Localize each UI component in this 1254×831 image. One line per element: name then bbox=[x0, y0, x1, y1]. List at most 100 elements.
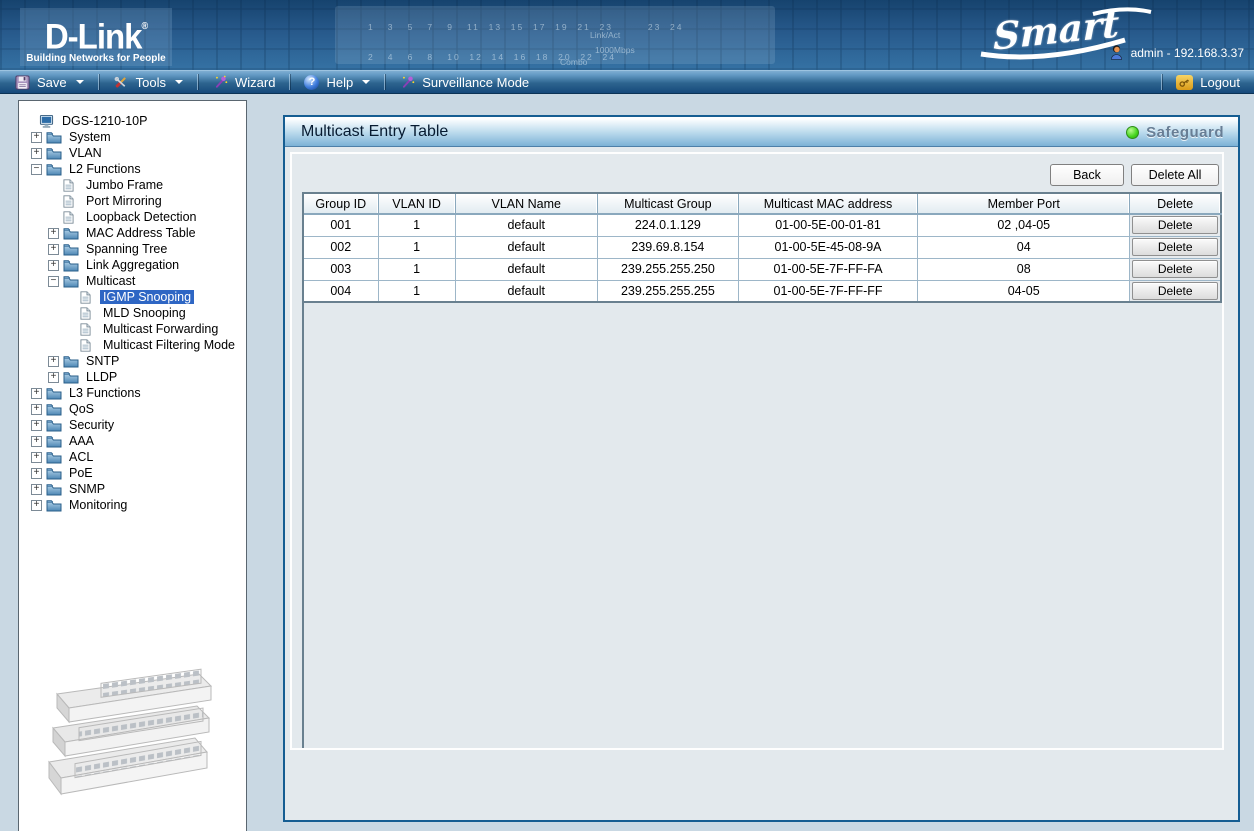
tree-item-label: PoE bbox=[66, 466, 96, 480]
tree-expand-toggle[interactable]: + bbox=[31, 484, 42, 495]
column-header-delete: Delete bbox=[1130, 193, 1221, 214]
tree-item-label: L3 Functions bbox=[66, 386, 144, 400]
table-row-group-004: 0041default239.255.255.25501-00-5E-7F-FF… bbox=[304, 280, 1221, 302]
tree-item-monitoring[interactable]: + Monitoring bbox=[19, 497, 246, 513]
tree-item-label: ACL bbox=[66, 450, 96, 464]
tools-button[interactable]: Tools bbox=[99, 71, 197, 93]
tree-item-acl[interactable]: + ACL bbox=[19, 449, 246, 465]
tools-label: Tools bbox=[136, 75, 166, 90]
admin-person-icon bbox=[1108, 44, 1125, 61]
tree-expand-toggle[interactable]: + bbox=[31, 420, 42, 431]
tree-item-snmp[interactable]: + SNMP bbox=[19, 481, 246, 497]
table-header-row: Group IDVLAN IDVLAN NameMulticast GroupM… bbox=[304, 193, 1221, 214]
tree-item-mld-snooping[interactable]: MLD Snooping bbox=[19, 305, 246, 321]
tree-item-icon bbox=[63, 226, 79, 240]
tree-item-label: VLAN bbox=[66, 146, 105, 160]
tree-item-l3-functions[interactable]: + L3 Functions bbox=[19, 385, 246, 401]
tree-expand-toggle[interactable]: + bbox=[31, 500, 42, 511]
delete-row-button[interactable]: Delete bbox=[1132, 216, 1218, 234]
tree-item-lldp[interactable]: + LLDP bbox=[19, 369, 246, 385]
tools-icon bbox=[113, 74, 129, 90]
tree-item-port-mirroring[interactable]: Port Mirroring bbox=[19, 193, 246, 209]
banner-label-speed: 1000Mbps bbox=[595, 45, 635, 55]
wizard-wand-icon bbox=[212, 74, 228, 90]
cell-vlan-id: 1 bbox=[378, 258, 455, 280]
tree-item-label: LLDP bbox=[83, 370, 120, 384]
tree-item-security[interactable]: + Security bbox=[19, 417, 246, 433]
tree-expand-toggle[interactable]: + bbox=[31, 404, 42, 415]
delete-row-button[interactable]: Delete bbox=[1132, 238, 1218, 256]
tree-expand-toggle[interactable]: + bbox=[31, 388, 42, 399]
tree-item-loopback-detection[interactable]: Loopback Detection bbox=[19, 209, 246, 225]
logout-button[interactable]: Logout bbox=[1162, 71, 1254, 93]
delete-all-button[interactable]: Delete All bbox=[1131, 164, 1219, 186]
tree-item-link-aggregation[interactable]: + Link Aggregation bbox=[19, 257, 246, 273]
tree-item-icon bbox=[46, 386, 62, 400]
column-header-vlan-id: VLAN ID bbox=[378, 193, 455, 214]
cell-member-port: 04 bbox=[918, 236, 1130, 258]
tree-item-dgs-1210-10p[interactable]: DGS-1210-10P bbox=[19, 113, 246, 129]
surveillance-mode-label: Surveillance Mode bbox=[422, 75, 529, 90]
tree-item-icon bbox=[80, 338, 96, 352]
tree-expand-toggle[interactable]: + bbox=[31, 148, 42, 159]
help-button[interactable]: ? Help bbox=[290, 71, 384, 93]
tree-item-label: MLD Snooping bbox=[100, 306, 189, 320]
device-tree: DGS-1210-10P + System + VLAN − L2 Functi… bbox=[19, 113, 246, 513]
cell-vlan-name: default bbox=[455, 236, 597, 258]
tree-item-label: Multicast Filtering Mode bbox=[100, 338, 238, 352]
page-title: Multicast Entry Table bbox=[301, 123, 448, 141]
tree-expand-toggle[interactable]: − bbox=[31, 164, 42, 175]
tree-item-vlan[interactable]: + VLAN bbox=[19, 145, 246, 161]
tree-expand-toggle[interactable]: + bbox=[31, 452, 42, 463]
surveillance-mode-button[interactable]: Surveillance Mode bbox=[385, 71, 543, 93]
tree-item-icon bbox=[46, 482, 62, 496]
tree-item-multicast-filtering-mode[interactable]: Multicast Filtering Mode bbox=[19, 337, 246, 353]
tree-item-label: L2 Functions bbox=[66, 162, 144, 176]
tree-item-icon bbox=[46, 418, 62, 432]
tree-expand-toggle[interactable]: + bbox=[31, 132, 42, 143]
tree-item-label: System bbox=[66, 130, 114, 144]
tree-item-label: Link Aggregation bbox=[83, 258, 182, 272]
tree-expand-toggle[interactable]: + bbox=[48, 372, 59, 383]
cell-member-port: 04-05 bbox=[918, 280, 1130, 302]
tree-item-jumbo-frame[interactable]: Jumbo Frame bbox=[19, 177, 246, 193]
delete-row-button[interactable]: Delete bbox=[1132, 260, 1218, 278]
tree-item-sntp[interactable]: + SNTP bbox=[19, 353, 246, 369]
tree-item-label: QoS bbox=[66, 402, 97, 416]
cell-group-id: 001 bbox=[304, 214, 378, 236]
tree-item-poe[interactable]: + PoE bbox=[19, 465, 246, 481]
tree-item-icon bbox=[80, 306, 96, 320]
tree-item-icon bbox=[46, 450, 62, 464]
wizard-button[interactable]: Wizard bbox=[198, 71, 289, 93]
admin-session-info: admin - 192.168.3.37 bbox=[1108, 44, 1244, 61]
tree-item-system[interactable]: + System bbox=[19, 129, 246, 145]
tree-expand-toggle[interactable]: + bbox=[48, 244, 59, 255]
tree-item-qos[interactable]: + QoS bbox=[19, 401, 246, 417]
tree-item-l2-functions[interactable]: − L2 Functions bbox=[19, 161, 246, 177]
tree-item-aaa[interactable]: + AAA bbox=[19, 433, 246, 449]
logout-key-icon bbox=[1176, 75, 1193, 90]
tree-item-label: Monitoring bbox=[66, 498, 130, 512]
tree-expand-toggle[interactable]: − bbox=[48, 276, 59, 287]
wizard-label: Wizard bbox=[235, 75, 275, 90]
save-button[interactable]: Save bbox=[0, 71, 98, 93]
tree-expand-toggle[interactable]: + bbox=[48, 356, 59, 367]
tree-expand-toggle[interactable]: + bbox=[31, 436, 42, 447]
tree-item-multicast-forwarding[interactable]: Multicast Forwarding bbox=[19, 321, 246, 337]
tree-expand-toggle[interactable]: + bbox=[48, 228, 59, 239]
tree-item-label: IGMP Snooping bbox=[100, 290, 194, 304]
navigation-sidebar: DGS-1210-10P + System + VLAN − L2 Functi… bbox=[18, 100, 247, 831]
tree-item-multicast[interactable]: − Multicast bbox=[19, 273, 246, 289]
delete-row-button[interactable]: Delete bbox=[1132, 282, 1218, 300]
tree-item-spanning-tree[interactable]: + Spanning Tree bbox=[19, 241, 246, 257]
table-row-group-003: 0031default239.255.255.25001-00-5E-7F-FF… bbox=[304, 258, 1221, 280]
tree-expand-toggle[interactable]: + bbox=[48, 260, 59, 271]
tree-item-label: SNTP bbox=[83, 354, 122, 368]
tree-item-icon bbox=[46, 130, 62, 144]
tree-expand-toggle[interactable]: + bbox=[31, 468, 42, 479]
tree-item-label: Loopback Detection bbox=[83, 210, 200, 224]
cell-vlan-name: default bbox=[455, 280, 597, 302]
back-button[interactable]: Back bbox=[1050, 164, 1124, 186]
tree-item-igmp-snooping[interactable]: IGMP Snooping bbox=[19, 289, 246, 305]
tree-item-mac-address-table[interactable]: + MAC Address Table bbox=[19, 225, 246, 241]
